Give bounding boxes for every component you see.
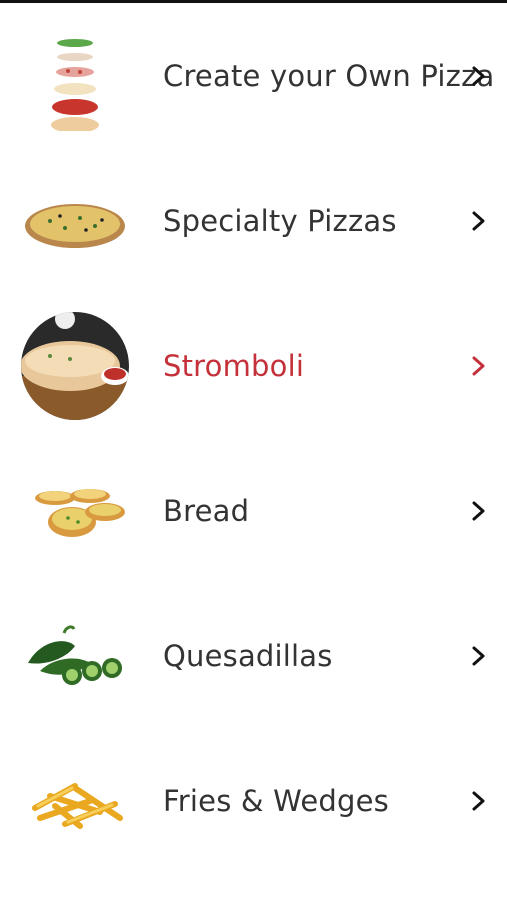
- menu-item-label: Stromboli: [163, 348, 305, 383]
- chevron-right-icon: [468, 790, 490, 812]
- menu-item-stromboli[interactable]: Stromboli: [0, 293, 507, 438]
- chevron-right-icon: [468, 355, 490, 377]
- chevron-right-icon: [468, 65, 490, 87]
- garlic-bread-icon: [20, 456, 130, 566]
- stromboli-icon: [20, 311, 130, 421]
- menu-item-label: Create your Own Pizza: [163, 58, 495, 93]
- pizza-icon: [20, 166, 130, 276]
- menu-item-label: Bread: [163, 493, 250, 528]
- menu-item-label: Fries & Wedges: [163, 783, 389, 818]
- menu-item-quesadillas[interactable]: Quesadillas: [0, 583, 507, 728]
- menu-item-create-your-own-pizza[interactable]: Create your Own Pizza: [0, 3, 507, 148]
- menu-item-label: Specialty Pizzas: [163, 203, 397, 238]
- pizza-layers-icon: [20, 21, 130, 131]
- chevron-right-icon: [468, 500, 490, 522]
- chevron-right-icon: [468, 645, 490, 667]
- menu-item-fries-wedges[interactable]: Fries & Wedges: [0, 728, 507, 873]
- menu-item-specialty-pizzas[interactable]: Specialty Pizzas: [0, 148, 507, 293]
- fries-icon: [20, 746, 130, 856]
- menu-item-bread[interactable]: Bread: [0, 438, 507, 583]
- menu-item-label: Quesadillas: [163, 638, 333, 673]
- chevron-right-icon: [468, 210, 490, 232]
- jalapeno-icon: [20, 601, 130, 711]
- category-menu: Create your Own Pizza Specialty Pizzas S…: [0, 3, 507, 900]
